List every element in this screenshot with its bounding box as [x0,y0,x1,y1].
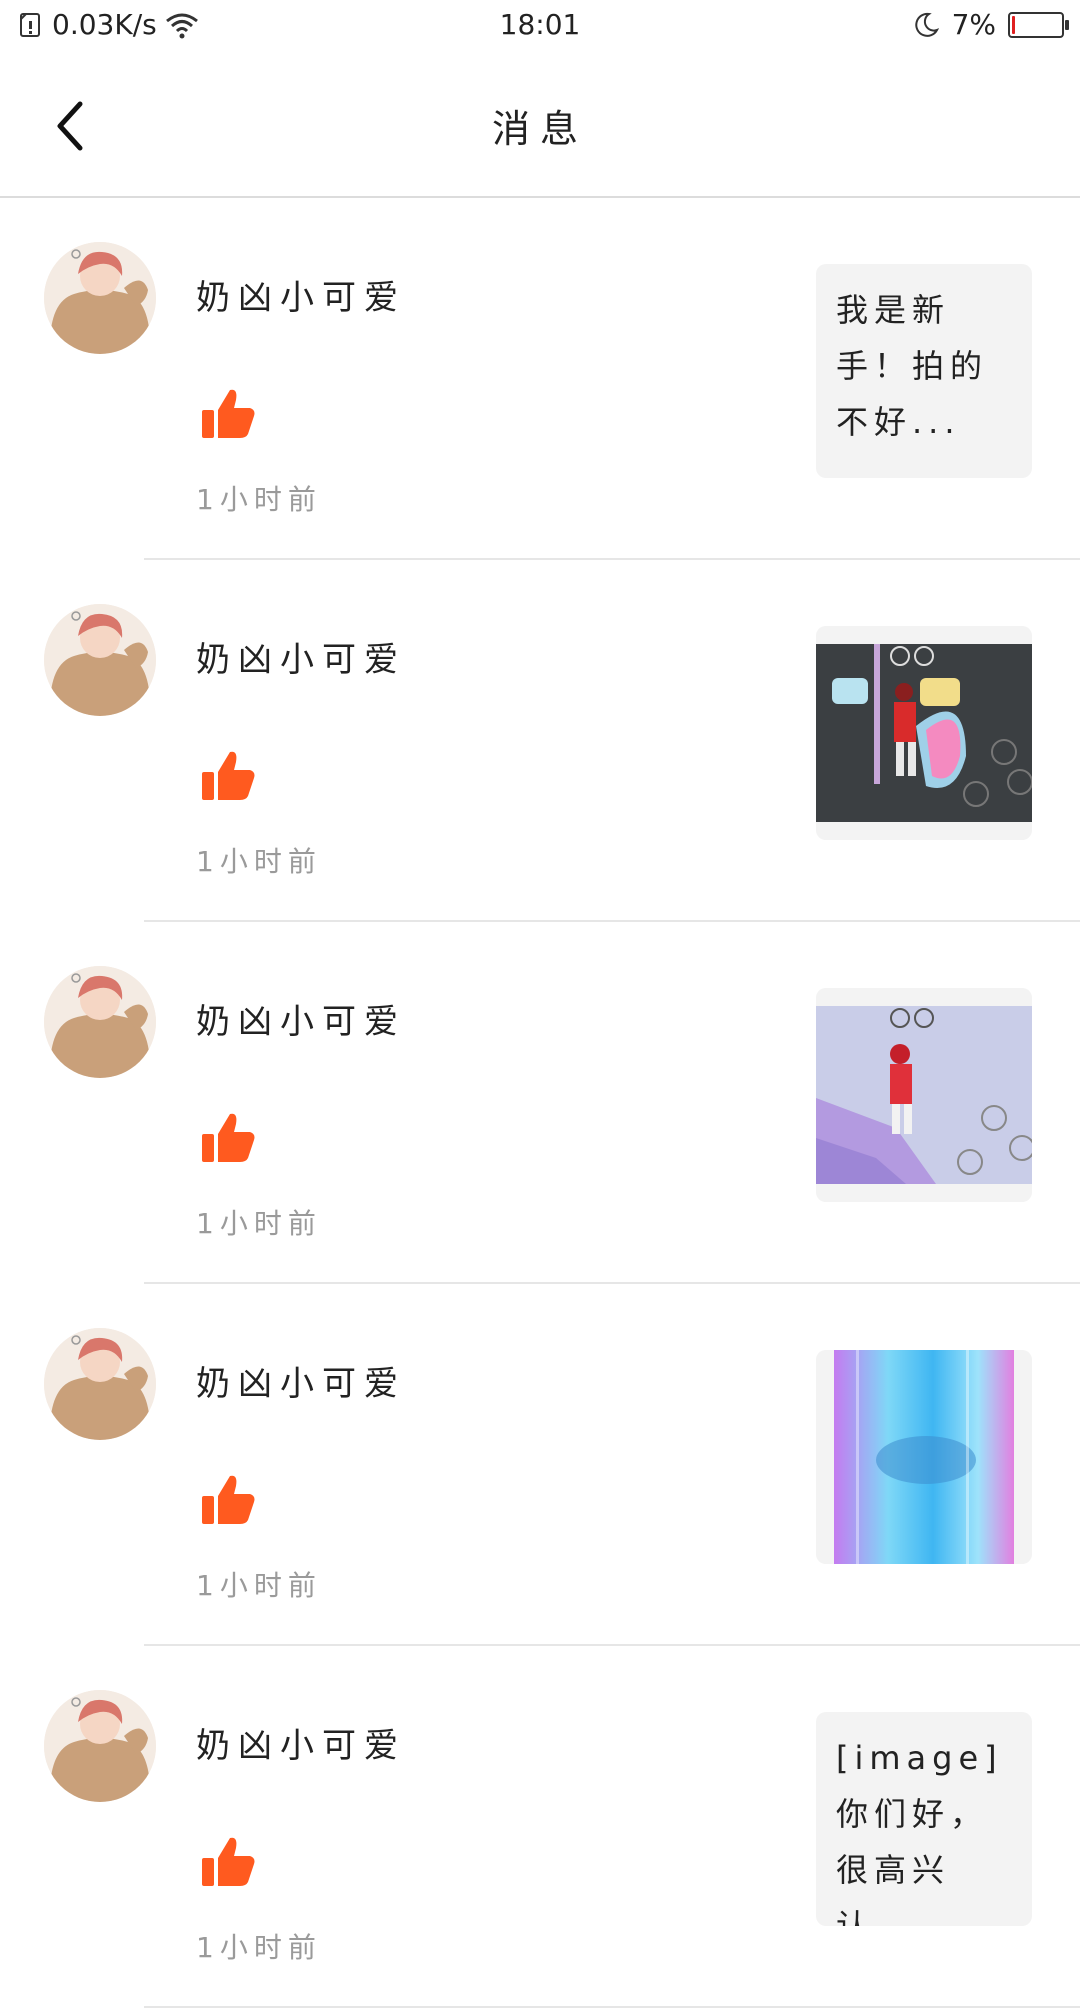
avatar-illustration [44,966,156,1078]
avatar-illustration [44,604,156,716]
list-item[interactable]: 奶凶小可爱 1小时前 我是新手！拍的不好... [0,198,1080,560]
preview-thumbnail[interactable]: [image]你们好，很高兴认... [816,1712,1032,1926]
list-item[interactable]: 奶凶小可爱 1小时前 [0,922,1080,1284]
moon-icon [914,12,939,37]
thumbs-up-icon [202,751,255,800]
battery-level [1012,15,1015,34]
username[interactable]: 奶凶小可爱 [196,994,406,1043]
game-screenshot-image [816,626,1032,840]
list-item[interactable]: 奶凶小可爱 1小时前 [image]你们好，很高兴认... [0,1646,1080,2008]
username[interactable]: 奶凶小可爱 [196,1718,406,1767]
timestamp: 1小时前 [196,1569,322,1602]
avatar-illustration [44,1328,156,1440]
nav-bar: 消息 [0,52,1080,198]
abstract-image [816,1350,1032,1564]
thumbs-up-icon [202,389,255,438]
avatar[interactable] [44,604,156,716]
game-screenshot-image [816,988,1032,1202]
timestamp: 1小时前 [196,845,322,878]
thumbs-up-icon [202,1475,255,1524]
timestamp: 1小时前 [196,1207,322,1240]
thumbs-up-icon [202,1837,255,1886]
status-right: 7% [912,8,1069,41]
avatar[interactable] [44,966,156,1078]
list-item[interactable]: 奶凶小可爱 1小时前 [0,1284,1080,1646]
avatar[interactable] [44,1690,156,1802]
preview-thumbnail[interactable] [816,626,1032,840]
timestamp: 1小时前 [196,1931,322,1964]
preview-text: [image]你们好，很高兴认... [836,1739,1003,1926]
page-title: 消息 [491,107,588,151]
avatar[interactable] [44,242,156,354]
battery-percent: 7% [951,8,996,41]
avatar-illustration [44,1690,156,1802]
message-list: 奶凶小可爱 1小时前 我是新手！拍的不好... 奶凶小可爱 1小时前 奶凶小可爱… [0,198,1080,2008]
thumbs-up-icon [202,1113,255,1162]
preview-thumbnail[interactable] [816,988,1032,1202]
list-item[interactable]: 奶凶小可爱 1小时前 [0,560,1080,922]
preview-text: 我是新手！拍的不好... [836,291,989,441]
timestamp: 1小时前 [196,483,322,516]
avatar[interactable] [44,1328,156,1440]
username[interactable]: 奶凶小可爱 [196,1356,406,1405]
avatar-illustration [44,242,156,354]
preview-thumbnail[interactable] [816,1350,1032,1564]
username[interactable]: 奶凶小可爱 [196,632,406,681]
username[interactable]: 奶凶小可爱 [196,270,406,319]
preview-thumbnail[interactable]: 我是新手！拍的不好... [816,264,1032,478]
status-bar: 0.03K/s 18:01 7% [0,0,1080,52]
battery-icon [1008,11,1069,38]
